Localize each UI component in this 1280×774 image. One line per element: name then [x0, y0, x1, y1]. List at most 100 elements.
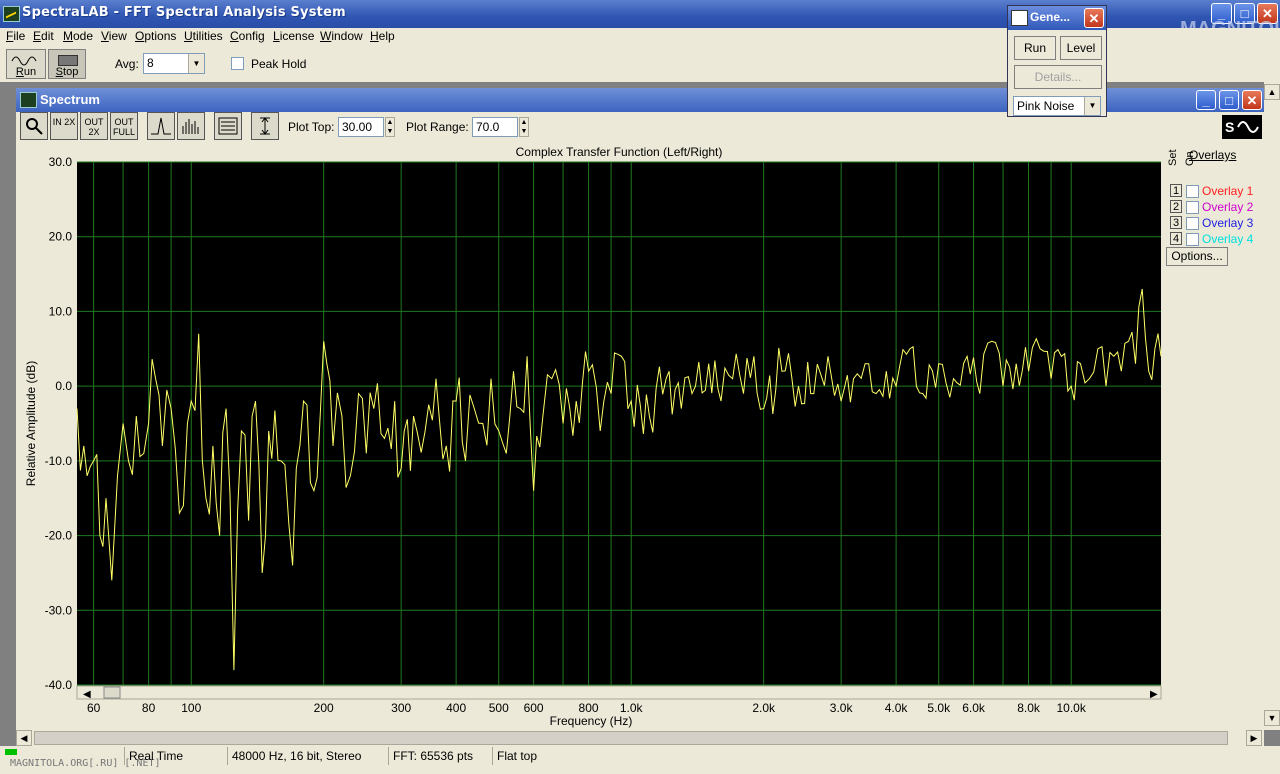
spectrum-icon	[20, 92, 37, 108]
avg-select[interactable]: 8 ▼	[143, 53, 205, 74]
peak-hold-label: Peak Hold	[251, 57, 307, 71]
spectrum-minimize-button[interactable]: _	[1196, 90, 1216, 110]
scroll-right-icon[interactable]: ▶	[1150, 689, 1158, 700]
overlay-options-button[interactable]: Options...	[1166, 247, 1228, 266]
zoom-in-2x-icon[interactable]: IN 2X	[50, 112, 78, 140]
generator-signal-value: Pink Noise	[1017, 99, 1075, 113]
peak-icon[interactable]	[147, 112, 175, 140]
generator-run-button[interactable]: Run	[1014, 36, 1056, 60]
plot-range-spinner[interactable]: ▲ ▼	[519, 117, 529, 137]
overlay-checkbox-3[interactable]	[1186, 217, 1199, 230]
generator-close-button[interactable]: ✕	[1084, 8, 1104, 28]
x-tick-label: 2.0k	[752, 701, 776, 715]
zoom-out-full-icon[interactable]: OUT FULL	[110, 112, 138, 140]
menu-window[interactable]: Window	[320, 29, 363, 43]
bars-icon[interactable]	[177, 112, 205, 140]
spectralab-logo-icon: S	[1222, 115, 1262, 139]
x-tick-label: 8.0k	[1017, 701, 1041, 715]
status-led-icon	[5, 749, 17, 755]
plot-top-value: 30.00	[342, 120, 373, 134]
plot-horizontal-scrollbar[interactable]	[76, 685, 1162, 700]
overlay-checkbox-2[interactable]	[1186, 201, 1199, 214]
status-window: Flat top	[492, 747, 567, 765]
overlay-set-button-4[interactable]: 4	[1170, 232, 1182, 245]
x-tick-label: 500	[489, 701, 509, 715]
plot-range-label: Plot Range:	[406, 120, 469, 134]
app-icon[interactable]	[3, 6, 20, 22]
overlay-checkbox-4[interactable]	[1186, 233, 1199, 246]
x-tick-label: 400	[446, 701, 466, 715]
scroll-left-icon[interactable]: ◀	[16, 730, 32, 746]
overlay-label-2: Overlay 2	[1202, 200, 1254, 214]
x-tick-label: 5.0k	[927, 701, 951, 715]
stop-button[interactable]: Stop	[48, 49, 86, 79]
plot-scroll-thumb[interactable]	[103, 686, 121, 699]
overlay-checkbox-1[interactable]	[1186, 185, 1199, 198]
menu-help[interactable]: Help	[370, 29, 395, 43]
chevron-down-icon[interactable]: ▼	[188, 54, 204, 73]
mdi-vertical-scrollbar[interactable]: ▲ ▼	[1264, 82, 1280, 730]
scroll-left-icon[interactable]: ◀	[83, 689, 91, 700]
menu-config[interactable]: Config	[230, 29, 265, 43]
spectrum-maximize-button[interactable]: □	[1219, 90, 1239, 110]
plot-top-spinner[interactable]: ▲ ▼	[385, 117, 395, 137]
chevron-down-icon[interactable]: ▼	[1084, 97, 1100, 115]
scroll-right-icon[interactable]: ▶	[1246, 730, 1262, 746]
on-label: On	[1184, 151, 1196, 166]
stop-icon	[58, 55, 78, 66]
overlay-label-4: Overlay 4	[1202, 232, 1254, 246]
status-format: 48000 Hz, 16 bit, Stereo	[227, 747, 382, 765]
y-tick-label: 20.0	[49, 230, 73, 244]
spectrum-title: Spectrum	[40, 92, 100, 107]
stop-label: Stop	[55, 66, 79, 78]
horizontal-scroll-thumb[interactable]	[34, 731, 1228, 745]
overlay-set-button-2[interactable]: 2	[1170, 200, 1182, 213]
run-button[interactable]: Run	[6, 49, 46, 79]
plot-range-value: 70.0	[476, 120, 500, 134]
menu-utilities[interactable]: Utilities	[184, 29, 223, 43]
zoom-out-2x-icon[interactable]: OUT 2X	[80, 112, 108, 140]
peak-hold-checkbox[interactable]	[231, 57, 244, 70]
scroll-down-icon[interactable]: ▼	[1264, 710, 1280, 726]
menu-license[interactable]: License	[273, 29, 314, 43]
overlay-set-button-3[interactable]: 3	[1170, 216, 1182, 229]
generator-signal-select[interactable]: Pink Noise ▼	[1013, 96, 1101, 116]
menu-edit[interactable]: Edit	[33, 29, 54, 43]
spectrum-plot[interactable]: Complex Transfer Function (Left/Right) Re…	[16, 142, 1166, 728]
x-tick-label: 10.0k	[1057, 701, 1087, 715]
table-icon[interactable]	[214, 112, 242, 140]
y-axis-label: Relative Amplitude (dB)	[24, 361, 38, 486]
menu-mode[interactable]: Mode	[63, 29, 93, 43]
menu-view[interactable]: View	[101, 29, 127, 43]
zoom-out-2x-label: OUT 2X	[84, 117, 104, 137]
generator-title: Gene...	[1030, 10, 1071, 24]
overlay-set-button-1[interactable]: 1	[1170, 184, 1182, 197]
x-tick-label: 60	[87, 701, 101, 715]
y-tick-label: -20.0	[45, 529, 73, 543]
mdi-horizontal-scrollbar[interactable]: ◀ ▶	[16, 730, 1264, 746]
y-tick-label: -10.0	[45, 454, 73, 468]
zoom-icon[interactable]	[20, 112, 48, 140]
zoom-out-full-label: OUT FULL	[112, 117, 135, 137]
x-tick-label: 200	[314, 701, 334, 715]
x-tick-label: 300	[391, 701, 411, 715]
x-tick-label: 80	[142, 701, 156, 715]
scroll-up-icon[interactable]: ▲	[1264, 84, 1280, 100]
zoom-in-2x-label: IN 2X	[52, 117, 76, 127]
spectrum-close-button[interactable]: ✕	[1242, 90, 1262, 110]
avg-value: 8	[147, 56, 154, 70]
generator-level-button[interactable]: Level	[1060, 36, 1102, 60]
generator-details-button[interactable]: Details...	[1014, 65, 1102, 89]
generator-title-bar: Gene... ✕	[1008, 6, 1106, 30]
y-tick-label: -30.0	[45, 603, 73, 617]
plot-area[interactable]	[77, 162, 1161, 685]
plot-range-input[interactable]: 70.0	[472, 117, 518, 137]
wave-icon	[11, 56, 37, 66]
menu-file[interactable]: File	[6, 29, 25, 43]
svg-text:S: S	[1225, 119, 1234, 135]
plot-top-input[interactable]: 30.00	[338, 117, 384, 137]
scale-icon[interactable]	[251, 112, 279, 140]
status-mode: Real Time	[124, 747, 225, 765]
avg-label: Avg:	[115, 57, 139, 71]
menu-options[interactable]: Options	[135, 29, 176, 43]
